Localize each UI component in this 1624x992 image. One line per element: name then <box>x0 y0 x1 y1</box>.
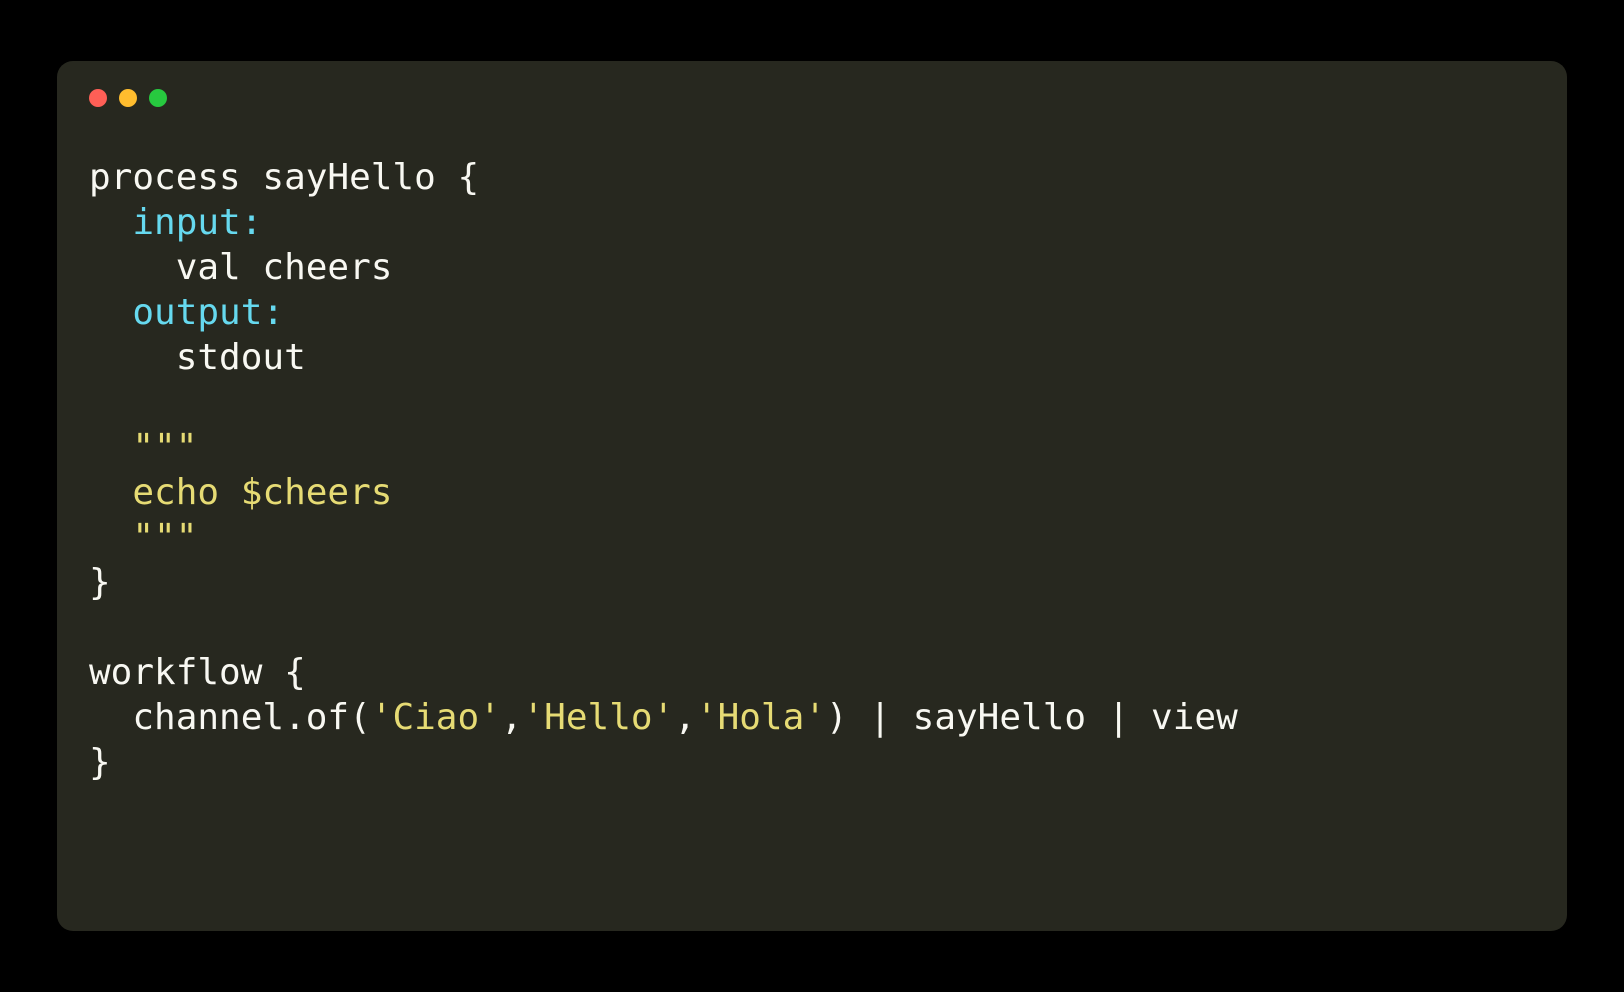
keyword-input: input: <box>132 202 262 243</box>
string-quote-close: """ <box>132 517 197 558</box>
code-indent <box>89 472 132 513</box>
code-indent <box>89 292 132 333</box>
code-line-5: stdout <box>89 337 306 378</box>
string-quote-open: """ <box>132 427 197 468</box>
terminal-window: process sayHello { input: val cheers out… <box>57 61 1567 931</box>
string-hola: 'Hola' <box>696 697 826 738</box>
code-indent <box>89 517 132 558</box>
code-content: process sayHello { input: val cheers out… <box>89 155 1535 785</box>
code-pipe-view: ) | sayHello | view <box>826 697 1238 738</box>
keyword-output: output: <box>132 292 284 333</box>
close-button[interactable] <box>89 89 107 107</box>
code-line-14: } <box>89 742 111 783</box>
code-line-10: } <box>89 562 111 603</box>
code-line-1: process sayHello { <box>89 157 479 198</box>
code-channel-of: channel.of( <box>89 697 371 738</box>
string-echo: echo $cheers <box>132 472 392 513</box>
minimize-button[interactable] <box>119 89 137 107</box>
code-indent <box>89 427 132 468</box>
maximize-button[interactable] <box>149 89 167 107</box>
window-controls <box>89 89 1535 107</box>
code-comma: , <box>501 697 523 738</box>
string-ciao: 'Ciao' <box>371 697 501 738</box>
string-hello: 'Hello' <box>523 697 675 738</box>
code-indent <box>89 202 132 243</box>
code-line-3: val cheers <box>89 247 392 288</box>
code-comma: , <box>674 697 696 738</box>
code-line-12: workflow { <box>89 652 306 693</box>
